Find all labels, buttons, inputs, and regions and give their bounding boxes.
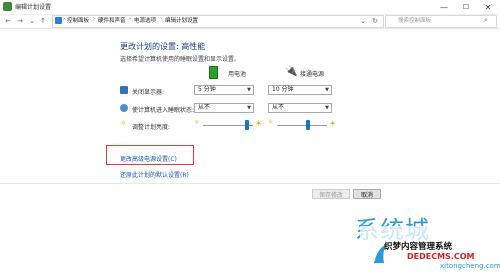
sleep-icon (120, 104, 128, 112)
display-off-plugged-value: 10 分钟 (272, 86, 294, 93)
power-options-icon (3, 2, 12, 11)
sleep-label: 使计算机进入睡眠状态: (132, 107, 195, 114)
breadcrumb-control-panel[interactable]: 控制面板 (67, 16, 89, 24)
watermark-site-url: DEDECMS.COM (407, 252, 475, 261)
watermark-site-name: 织梦内容管理系统 (384, 242, 453, 252)
search-icon[interactable]: ⌕ (484, 16, 488, 25)
watermark-domain: xitongcheng.com (440, 262, 500, 270)
display-off-plugged-select[interactable]: 10 分钟 ▼ (268, 85, 332, 95)
close-button[interactable]: ✕ (477, 0, 499, 14)
turn-off-display-label: 关闭显示器: (132, 89, 165, 96)
brightness-plugged-thumb[interactable] (306, 120, 310, 130)
save-button[interactable]: 保存修改 (312, 189, 350, 199)
display-off-battery-value: 5 分钟 (198, 86, 216, 93)
brightness-low-icon: ☼ (194, 119, 200, 126)
page-description: 选择希望计算机使用的睡眠设置和显示设置。 (120, 56, 241, 63)
advanced-power-settings-link[interactable]: 更改高级电源设置(C) (120, 154, 177, 163)
page-title: 更改计划的设置: 高性能 (120, 42, 206, 51)
brightness-high-icon: ☀ (329, 119, 337, 128)
control-panel-icon (55, 17, 62, 24)
display-icon (120, 86, 128, 94)
title-bar (0, 0, 500, 15)
recent-locations-button[interactable]: ⌄ (27, 15, 37, 26)
cancel-button[interactable]: 取消 (353, 189, 381, 199)
chevron-down-icon: ▼ (247, 105, 251, 111)
column-plugged-in: 接通电源 (300, 71, 325, 78)
brightness-label: 调整计划亮度: (132, 124, 171, 131)
back-button[interactable]: ← (3, 15, 13, 26)
up-button[interactable]: ↑ (38, 15, 48, 26)
brightness-high-icon: ☀ (255, 119, 263, 128)
sleep-plugged-select[interactable]: 从不 ▼ (268, 103, 332, 113)
minimize-button[interactable]: — (433, 0, 455, 14)
display-off-battery-select[interactable]: 5 分钟 ▼ (194, 85, 254, 95)
sleep-plugged-value: 从不 (272, 104, 285, 111)
battery-icon (209, 66, 218, 79)
column-on-battery: 用电池 (228, 71, 247, 78)
refresh-button[interactable]: ↻ (370, 15, 380, 26)
chevron-down-icon: ▼ (325, 87, 329, 93)
breadcrumb-edit-plan[interactable]: 编辑计划设置 (165, 16, 198, 24)
sleep-battery-value: 从不 (198, 104, 211, 111)
brightness-plugged-slider[interactable] (277, 125, 327, 126)
breadcrumb-separator: › (129, 16, 132, 22)
maximize-button[interactable]: ☐ (455, 0, 477, 14)
restore-defaults-link[interactable]: 还原此计划的默认设置(R) (120, 170, 189, 179)
brightness-battery-thumb[interactable] (244, 120, 249, 130)
breadcrumb-separator: › (63, 16, 66, 22)
chevron-down-icon: ▼ (325, 105, 329, 111)
brightness-icon: ☼ (120, 119, 127, 127)
search-placeholder: 搜索控制面板 (398, 18, 432, 24)
breadcrumb-hardware-sound[interactable]: 硬件和声音 (98, 16, 126, 24)
address-dropdown-button[interactable]: ⌄ (358, 15, 368, 26)
sleep-battery-select[interactable]: 从不 ▼ (194, 103, 254, 113)
breadcrumb-separator: › (93, 16, 96, 22)
forward-button[interactable]: → (15, 15, 25, 26)
plug-icon: 🔌 (285, 66, 298, 77)
breadcrumb-separator: › (160, 16, 163, 22)
breadcrumb-power-options[interactable]: 电源选项 (134, 16, 156, 24)
footer-divider (0, 183, 500, 184)
chevron-down-icon: ▼ (247, 87, 251, 93)
brightness-low-icon: ☼ (268, 119, 274, 126)
window-title: 编辑计划设置 (15, 4, 52, 11)
